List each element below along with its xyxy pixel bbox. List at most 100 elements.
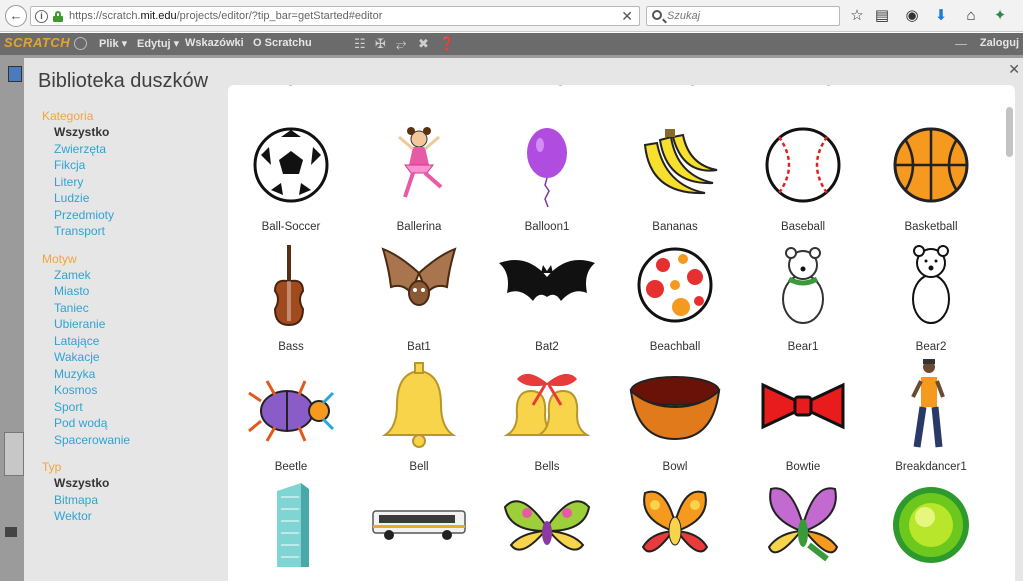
sprite-tile-beetle[interactable]: Beetle: [228, 355, 354, 475]
sprite-tile-bananas[interactable]: Bananas: [612, 115, 738, 235]
bell-icon: [369, 355, 469, 455]
duplicate-tool-icon[interactable]: ☷: [354, 36, 366, 52]
pocket-icon[interactable]: ◉: [903, 7, 921, 25]
theme-item-8[interactable]: Sport: [42, 399, 232, 416]
sprite-tile-bowl[interactable]: Bowl: [612, 355, 738, 475]
theme-item-10[interactable]: Spacerowanie: [42, 432, 232, 449]
menu-edit[interactable]: Edytuj ▾: [137, 37, 179, 50]
theme-item-4[interactable]: Latające: [42, 333, 232, 350]
beetle-icon: [241, 355, 341, 455]
sprite-tile-bowtie[interactable]: Bowtie: [740, 355, 866, 475]
bass-icon: [241, 235, 341, 335]
sprite-tile-beachball[interactable]: Beachball: [612, 235, 738, 355]
reading-list-icon[interactable]: ▤: [873, 7, 891, 25]
sprite-tile-butterfly2[interactable]: Butterfly2: [612, 475, 738, 581]
type-item-2[interactable]: Wektor: [42, 508, 232, 525]
scratch-logo[interactable]: SCRATCH: [4, 35, 70, 50]
sprite-name: Ballerina: [396, 221, 442, 233]
type-item-0[interactable]: Wszystko: [42, 475, 232, 492]
sprite-name: Balloon1: [524, 221, 570, 233]
sprite-tile-basketball[interactable]: Basketball: [868, 115, 994, 235]
category-item-4[interactable]: Ludzie: [42, 190, 232, 207]
theme-item-7[interactable]: Kosmos: [42, 382, 232, 399]
download-icon[interactable]: ⬇: [932, 7, 950, 25]
sprite-name: Breakdancer1: [895, 461, 967, 473]
theme-item-6[interactable]: Muzyka: [42, 366, 232, 383]
theme-item-0[interactable]: Zamek: [42, 267, 232, 284]
scrollbar[interactable]: [1006, 107, 1013, 157]
balloon-icon: [497, 115, 597, 215]
search-box[interactable]: [646, 6, 840, 26]
home-icon[interactable]: ⌂: [962, 7, 980, 25]
basketball-icon: [881, 115, 981, 215]
menu-file[interactable]: Plik ▾: [99, 37, 127, 50]
ballerina-icon: [369, 115, 469, 215]
category-item-3[interactable]: Litery: [42, 174, 232, 191]
sprite-name: Bowtie: [785, 461, 821, 473]
sprite-tile-butterfly3[interactable]: Butterfly3: [740, 475, 866, 581]
sprite-name: Ball-Soccer: [261, 221, 321, 233]
menu-tips[interactable]: Wskazówki: [185, 37, 244, 49]
theme-item-2[interactable]: Taniec: [42, 300, 232, 317]
sprite-tile-bat2[interactable]: Bat2: [484, 235, 610, 355]
sprite-tile-buildings[interactable]: Buildings: [228, 475, 354, 581]
address-bar[interactable]: i https://scratch.mit.edu/projects/edito…: [30, 6, 640, 26]
sprite-tile-bat1[interactable]: Bat1: [356, 235, 482, 355]
sprite-tile-breakdancer1[interactable]: Breakdancer1: [868, 355, 994, 475]
language-globe-icon[interactable]: [74, 37, 87, 50]
help-tool-icon[interactable]: ❓: [439, 36, 455, 52]
sprite-tile-baseball[interactable]: Baseball: [740, 115, 866, 235]
bells-icon: [497, 355, 597, 455]
bowtie-icon: [753, 355, 853, 455]
category-heading: Kategoria: [42, 109, 94, 123]
bookmark-star-icon[interactable]: ☆: [848, 7, 866, 25]
sprite-tile-bus[interactable]: Bus: [356, 475, 482, 581]
sprite-tile-ball-soccer[interactable]: Ball-Soccer: [228, 115, 354, 235]
sprite-tile-bell[interactable]: Bell: [356, 355, 482, 475]
grow-tool-icon[interactable]: ⥂: [396, 36, 406, 52]
back-arrow-icon[interactable]: ←: [5, 5, 27, 27]
sprite-tile-balloon1[interactable]: Balloon1: [484, 115, 610, 235]
sprite-tile-ballerina[interactable]: Ballerina: [356, 115, 482, 235]
sprite-tile-bells[interactable]: Bells: [484, 355, 610, 475]
category-item-2[interactable]: Fikcja: [42, 157, 232, 174]
sprite-tile-bass[interactable]: Bass: [228, 235, 354, 355]
info-icon[interactable]: i: [35, 10, 48, 23]
theme-item-5[interactable]: Wakacje: [42, 349, 232, 366]
sprite-tile-button1[interactable]: Button1: [868, 475, 994, 581]
theme-item-1[interactable]: Miasto: [42, 283, 232, 300]
butterfly-green-icon: [497, 475, 597, 575]
editor-blue-tile: [8, 66, 22, 82]
browser-toolbar: ← i https://scratch.mit.edu/projects/edi…: [0, 0, 1023, 32]
sprite-tile-butterfly1[interactable]: Butterfly1: [484, 475, 610, 581]
login-link[interactable]: Zaloguj: [980, 37, 1019, 49]
close-icon[interactable]: ✕: [1008, 61, 1020, 78]
type-item-1[interactable]: Bitmapa: [42, 492, 232, 509]
category-item-5[interactable]: Przedmioty: [42, 207, 232, 224]
menu-about[interactable]: O Scratchu: [253, 37, 312, 49]
category-item-1[interactable]: Zwierzęta: [42, 141, 232, 158]
sprite-tile-bear2[interactable]: Bear2: [868, 235, 994, 355]
image-icon: [5, 527, 17, 537]
delete-tool-icon[interactable]: ✠: [375, 36, 386, 52]
extension-icon[interactable]: ✦: [991, 7, 1009, 25]
sprite-grid[interactable]: Ball-Soccer Ballerina Balloon1 Bananas Baseb…: [228, 85, 1015, 581]
search-input[interactable]: [667, 8, 835, 24]
theme-item-9[interactable]: Pod wodą: [42, 415, 232, 432]
category-item-6[interactable]: Transport: [42, 223, 232, 240]
baseball-icon: [753, 115, 853, 215]
sprite-library-dialog: Biblioteka duszków ✕ Kategoria Wszystko Z…: [24, 58, 1023, 581]
shrink-tool-icon[interactable]: ✖: [418, 36, 429, 52]
sprite-name: Bat1: [407, 341, 431, 353]
sprite-name: Beachball: [649, 341, 701, 353]
editor-panel: [4, 432, 24, 476]
category-item-0[interactable]: Wszystko: [42, 124, 232, 141]
lock-icon[interactable]: [53, 11, 63, 22]
bus-icon: [369, 475, 469, 575]
building-icon: [241, 475, 341, 575]
sprite-tile-bear1[interactable]: Bear1: [740, 235, 866, 355]
clear-url-icon[interactable]: ✕: [621, 8, 633, 25]
sprite-name: Basketball: [904, 221, 958, 233]
url-text[interactable]: https://scratch.mit.edu/projects/editor/…: [69, 10, 382, 22]
theme-item-3[interactable]: Ubieranie: [42, 316, 232, 333]
